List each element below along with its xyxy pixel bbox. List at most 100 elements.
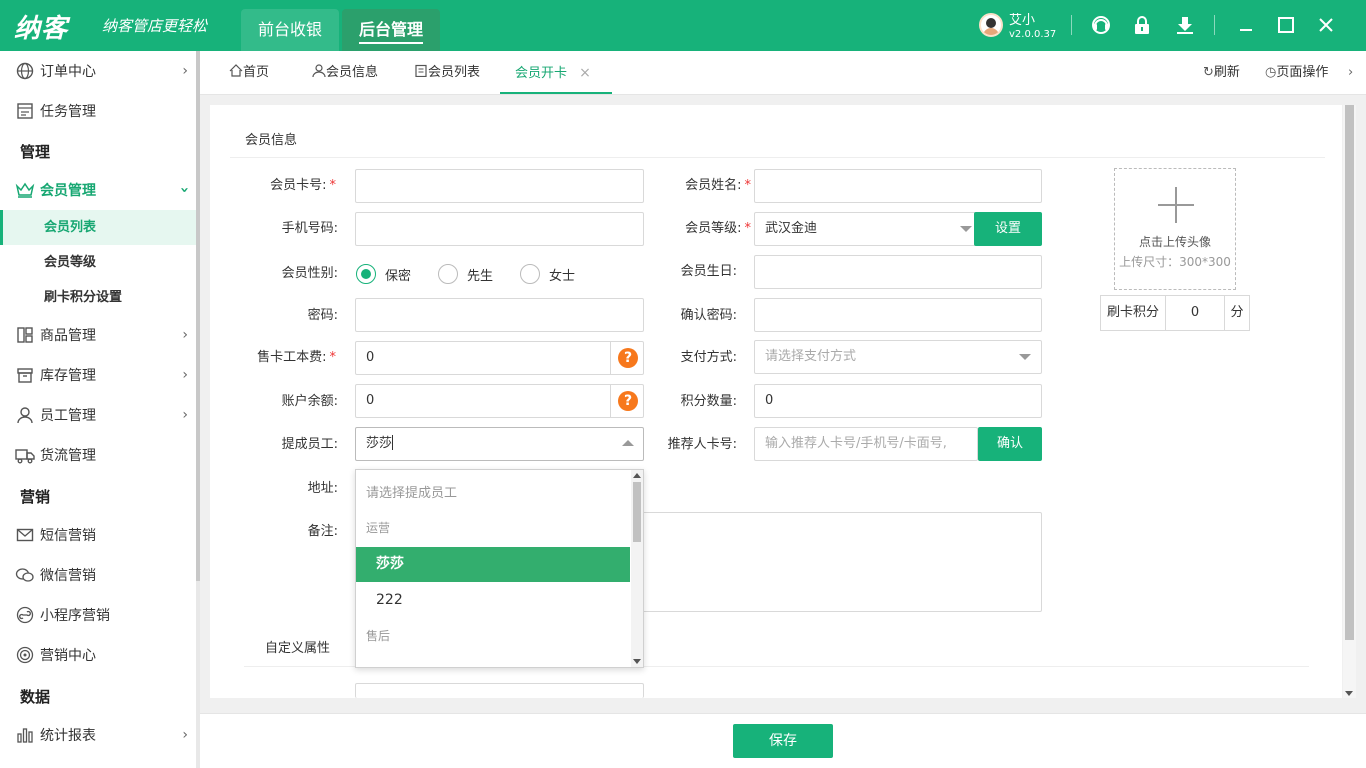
swipe-points-input[interactable]: 0 (1165, 295, 1225, 331)
sidebar-item-wechat[interactable]: 微信营销 (0, 555, 196, 595)
sidebar-scrollbar[interactable] (196, 51, 200, 768)
sidebar-sub-member-list[interactable]: 会员列表 (0, 210, 196, 245)
refresh-icon: ↻ (1203, 65, 1214, 80)
page-operations-button[interactable]: ◷页面操作 (1265, 51, 1328, 95)
confirm-password-input[interactable] (754, 298, 1042, 332)
gender-radio-secret[interactable]: 保密 (356, 264, 411, 284)
dropdown-option[interactable]: 莎莎 (356, 547, 630, 582)
phone-input[interactable] (355, 212, 644, 246)
chevron-right-icon[interactable]: › (1348, 51, 1353, 95)
payment-select[interactable]: 请选择支付方式 (754, 340, 1042, 374)
sidebar-item-goods[interactable]: 商品管理 › (0, 315, 196, 355)
nav-backend-admin[interactable]: 后台管理 (342, 9, 441, 51)
download-icon[interactable] (1174, 14, 1196, 36)
target-icon (15, 645, 35, 665)
sidebar-item-marketing-center[interactable]: 营销中心 (0, 635, 196, 675)
chevron-down-icon (960, 226, 972, 232)
user-icon (312, 64, 326, 78)
sidebar-item-logistics[interactable]: 货流管理 (0, 435, 196, 475)
custom-attribute-input[interactable] (355, 683, 644, 698)
balance-input[interactable]: 0 (355, 384, 644, 418)
refresh-button[interactable]: ↻刷新 (1203, 51, 1240, 95)
sidebar-header-data: 数据 (20, 688, 51, 706)
support-icon[interactable] (1090, 14, 1112, 36)
tab-member-open-card[interactable]: 会员开卡 × (500, 51, 612, 94)
member-level-select[interactable]: 武汉金迪 (754, 212, 976, 246)
content-scrollbar[interactable] (1343, 105, 1356, 698)
task-icon (15, 101, 35, 121)
staff-select[interactable]: 莎莎 (355, 427, 644, 461)
chart-icon (15, 725, 35, 745)
card-no-label: 会员卡号: * (270, 178, 336, 193)
gender-radio-male[interactable]: 先生 (438, 264, 493, 284)
lock-icon[interactable] (1131, 14, 1153, 36)
tab-close-icon[interactable]: × (579, 65, 591, 81)
save-button[interactable]: 保存 (733, 724, 833, 758)
dropdown-group-label: 售后 (366, 629, 391, 643)
gender-radio-female[interactable]: 女士 (520, 264, 575, 284)
payment-label: 支付方式: (680, 350, 737, 365)
swipe-points-label: 刷卡积分 (1100, 295, 1166, 331)
clipboard-icon (415, 64, 427, 78)
dropdown-group-label: 运营 (366, 521, 391, 535)
close-icon[interactable] (1315, 14, 1337, 36)
chevron-down-icon (1019, 354, 1031, 360)
sidebar-sub-member-level[interactable]: 会员等级 (0, 245, 196, 280)
swipe-points-unit: 分 (1224, 295, 1250, 331)
card-no-input[interactable] (355, 169, 644, 203)
points-label: 积分数量: (680, 394, 737, 409)
crown-icon (15, 180, 35, 200)
confirm-password-label: 确认密码: (680, 308, 737, 323)
referrer-label: 推荐人卡号: (667, 437, 737, 452)
user-icon (15, 405, 35, 425)
sidebar-item-inventory[interactable]: 库存管理 › (0, 355, 196, 395)
member-name-label: 会员姓名: * (685, 178, 751, 193)
avatar-upload[interactable]: 点击上传头像 上传尺寸：300*300 (1114, 168, 1236, 290)
balance-label: 账户余额: (281, 394, 338, 409)
chevron-right-icon: › (182, 63, 188, 79)
sidebar-item-staff[interactable]: 员工管理 › (0, 395, 196, 435)
user-name: 艾小 (1009, 13, 1036, 28)
globe-icon (15, 61, 35, 81)
nav-front-cashier[interactable]: 前台收银 (241, 9, 340, 51)
sidebar-item-members[interactable]: 会员管理 › (0, 170, 196, 210)
dropdown-scrollbar[interactable] (631, 470, 643, 667)
miniapp-icon (15, 605, 35, 625)
referrer-confirm-button[interactable]: 确认 (978, 427, 1042, 461)
tab-member-list[interactable]: 会员列表 (399, 51, 495, 94)
sidebar-header-marketing: 营销 (20, 488, 51, 506)
member-name-input[interactable] (754, 169, 1042, 203)
sidebar-item-tasks[interactable]: 任务管理 (0, 91, 196, 131)
truck-icon (15, 445, 35, 465)
divider (230, 157, 1325, 158)
address-label: 地址: (307, 481, 338, 496)
card-fee-label: 售卡工本费: * (257, 350, 336, 365)
user-avatar[interactable] (979, 13, 1003, 37)
sidebar-item-reports[interactable]: 统计报表 › (0, 715, 196, 755)
card-fee-input[interactable]: 0 (355, 341, 644, 375)
tab-bar: 首页 会员信息 会员列表 会员开卡 × ↻刷新 ◷页面操作 › (200, 51, 1366, 95)
phone-label: 手机号码: (281, 221, 338, 236)
password-input[interactable] (355, 298, 644, 332)
minimize-icon[interactable] (1235, 14, 1257, 36)
chevron-down-icon: › (175, 186, 194, 194)
sidebar-item-miniapp[interactable]: 小程序营销 (0, 595, 196, 635)
separator (1071, 15, 1072, 35)
dropdown-option[interactable]: 222 (356, 583, 630, 618)
sidebar-item-orders[interactable]: 订单中心 › (0, 51, 196, 91)
level-settings-button[interactable]: 设置 (974, 212, 1042, 246)
points-input[interactable]: 0 (754, 384, 1042, 418)
dropdown-placeholder[interactable]: 请选择提成员工 (356, 476, 630, 511)
staff-label: 提成员工: (281, 437, 338, 452)
sidebar-item-sms[interactable]: 短信营销 (0, 515, 196, 555)
birthday-input[interactable] (754, 255, 1042, 289)
tab-member-info[interactable]: 会员信息 (297, 51, 393, 94)
maximize-icon[interactable] (1275, 14, 1297, 36)
tab-home[interactable]: 首页 (214, 51, 284, 94)
sidebar-sub-swipe-points[interactable]: 刷卡积分设置 (0, 280, 196, 315)
wechat-icon (15, 565, 35, 585)
goods-icon (15, 325, 35, 345)
chevron-right-icon: › (182, 327, 188, 343)
referrer-input[interactable]: 输入推荐人卡号/手机号/卡面号, (754, 427, 978, 461)
gender-label: 会员性别: (281, 266, 338, 281)
